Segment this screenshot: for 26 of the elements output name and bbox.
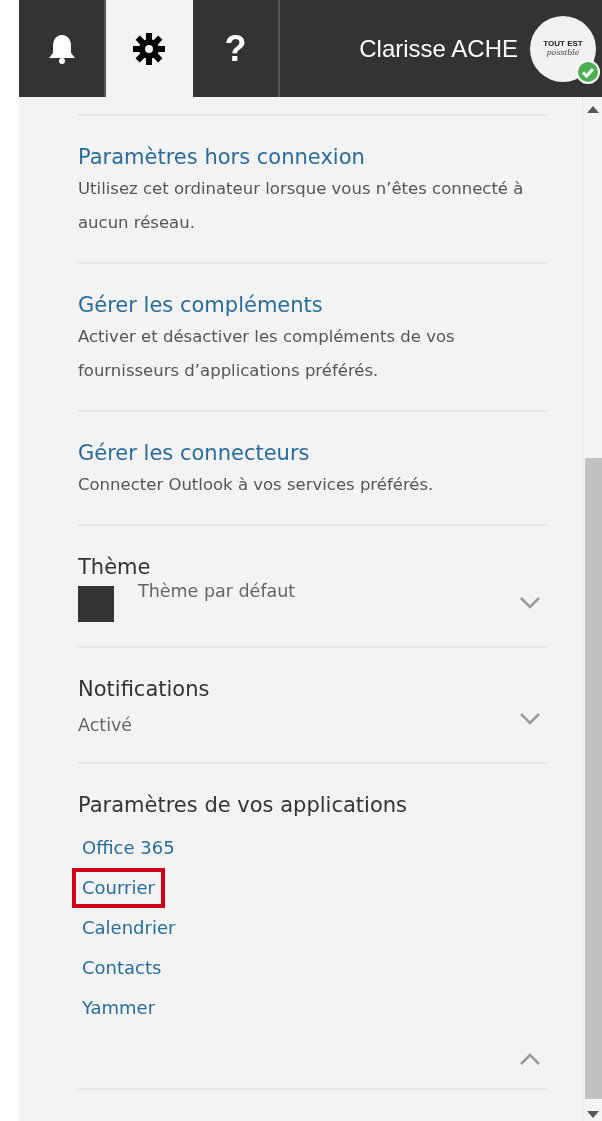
avatar-logo-text: possible <box>546 47 580 58</box>
bell-icon <box>47 32 76 65</box>
app-settings-link[interactable]: Courrier <box>72 868 165 908</box>
avatar-logo-text: TOUT EST <box>543 39 583 48</box>
scroll-up-icon[interactable] <box>586 105 599 113</box>
collapse-chevron-icon[interactable] <box>519 1051 541 1066</box>
scroll-down-icon[interactable] <box>586 1111 599 1119</box>
section-link[interactable]: Gérer les compléments <box>78 290 547 320</box>
section-link[interactable]: Paramètres hors connexion <box>78 142 547 172</box>
section-description: Utilisez cet ordinateur lorsque vous n’êtes connecté à aucun réseau. <box>78 178 525 234</box>
settings-icon <box>132 32 165 65</box>
section-description: Connecter Outlook à vos services préférés. <box>78 474 435 496</box>
app-settings-link[interactable]: Office 365 <box>72 828 185 868</box>
expand-chevron-icon[interactable] <box>519 711 541 726</box>
app-settings-link[interactable]: Contacts <box>72 948 172 988</box>
section-link[interactable]: Gérer les connecteurs <box>78 438 547 468</box>
section-title: Paramètres de vos applications <box>78 792 408 819</box>
app-settings-link[interactable]: Yammer <box>72 988 166 1028</box>
scrollbar-thumb[interactable] <box>585 458 602 1099</box>
user-name[interactable]: Clarisse ACHE <box>359 30 518 67</box>
settings-tab[interactable] <box>106 0 193 97</box>
section-description: Activer et désactiver les compléments de vos fournisseurs d’applications préférés. <box>78 326 456 382</box>
app-settings-link[interactable]: Calendrier <box>72 908 186 948</box>
section-title: Notifications <box>78 676 211 703</box>
expand-chevron-icon[interactable] <box>519 595 541 610</box>
selected-value[interactable]: Activé <box>78 708 133 742</box>
